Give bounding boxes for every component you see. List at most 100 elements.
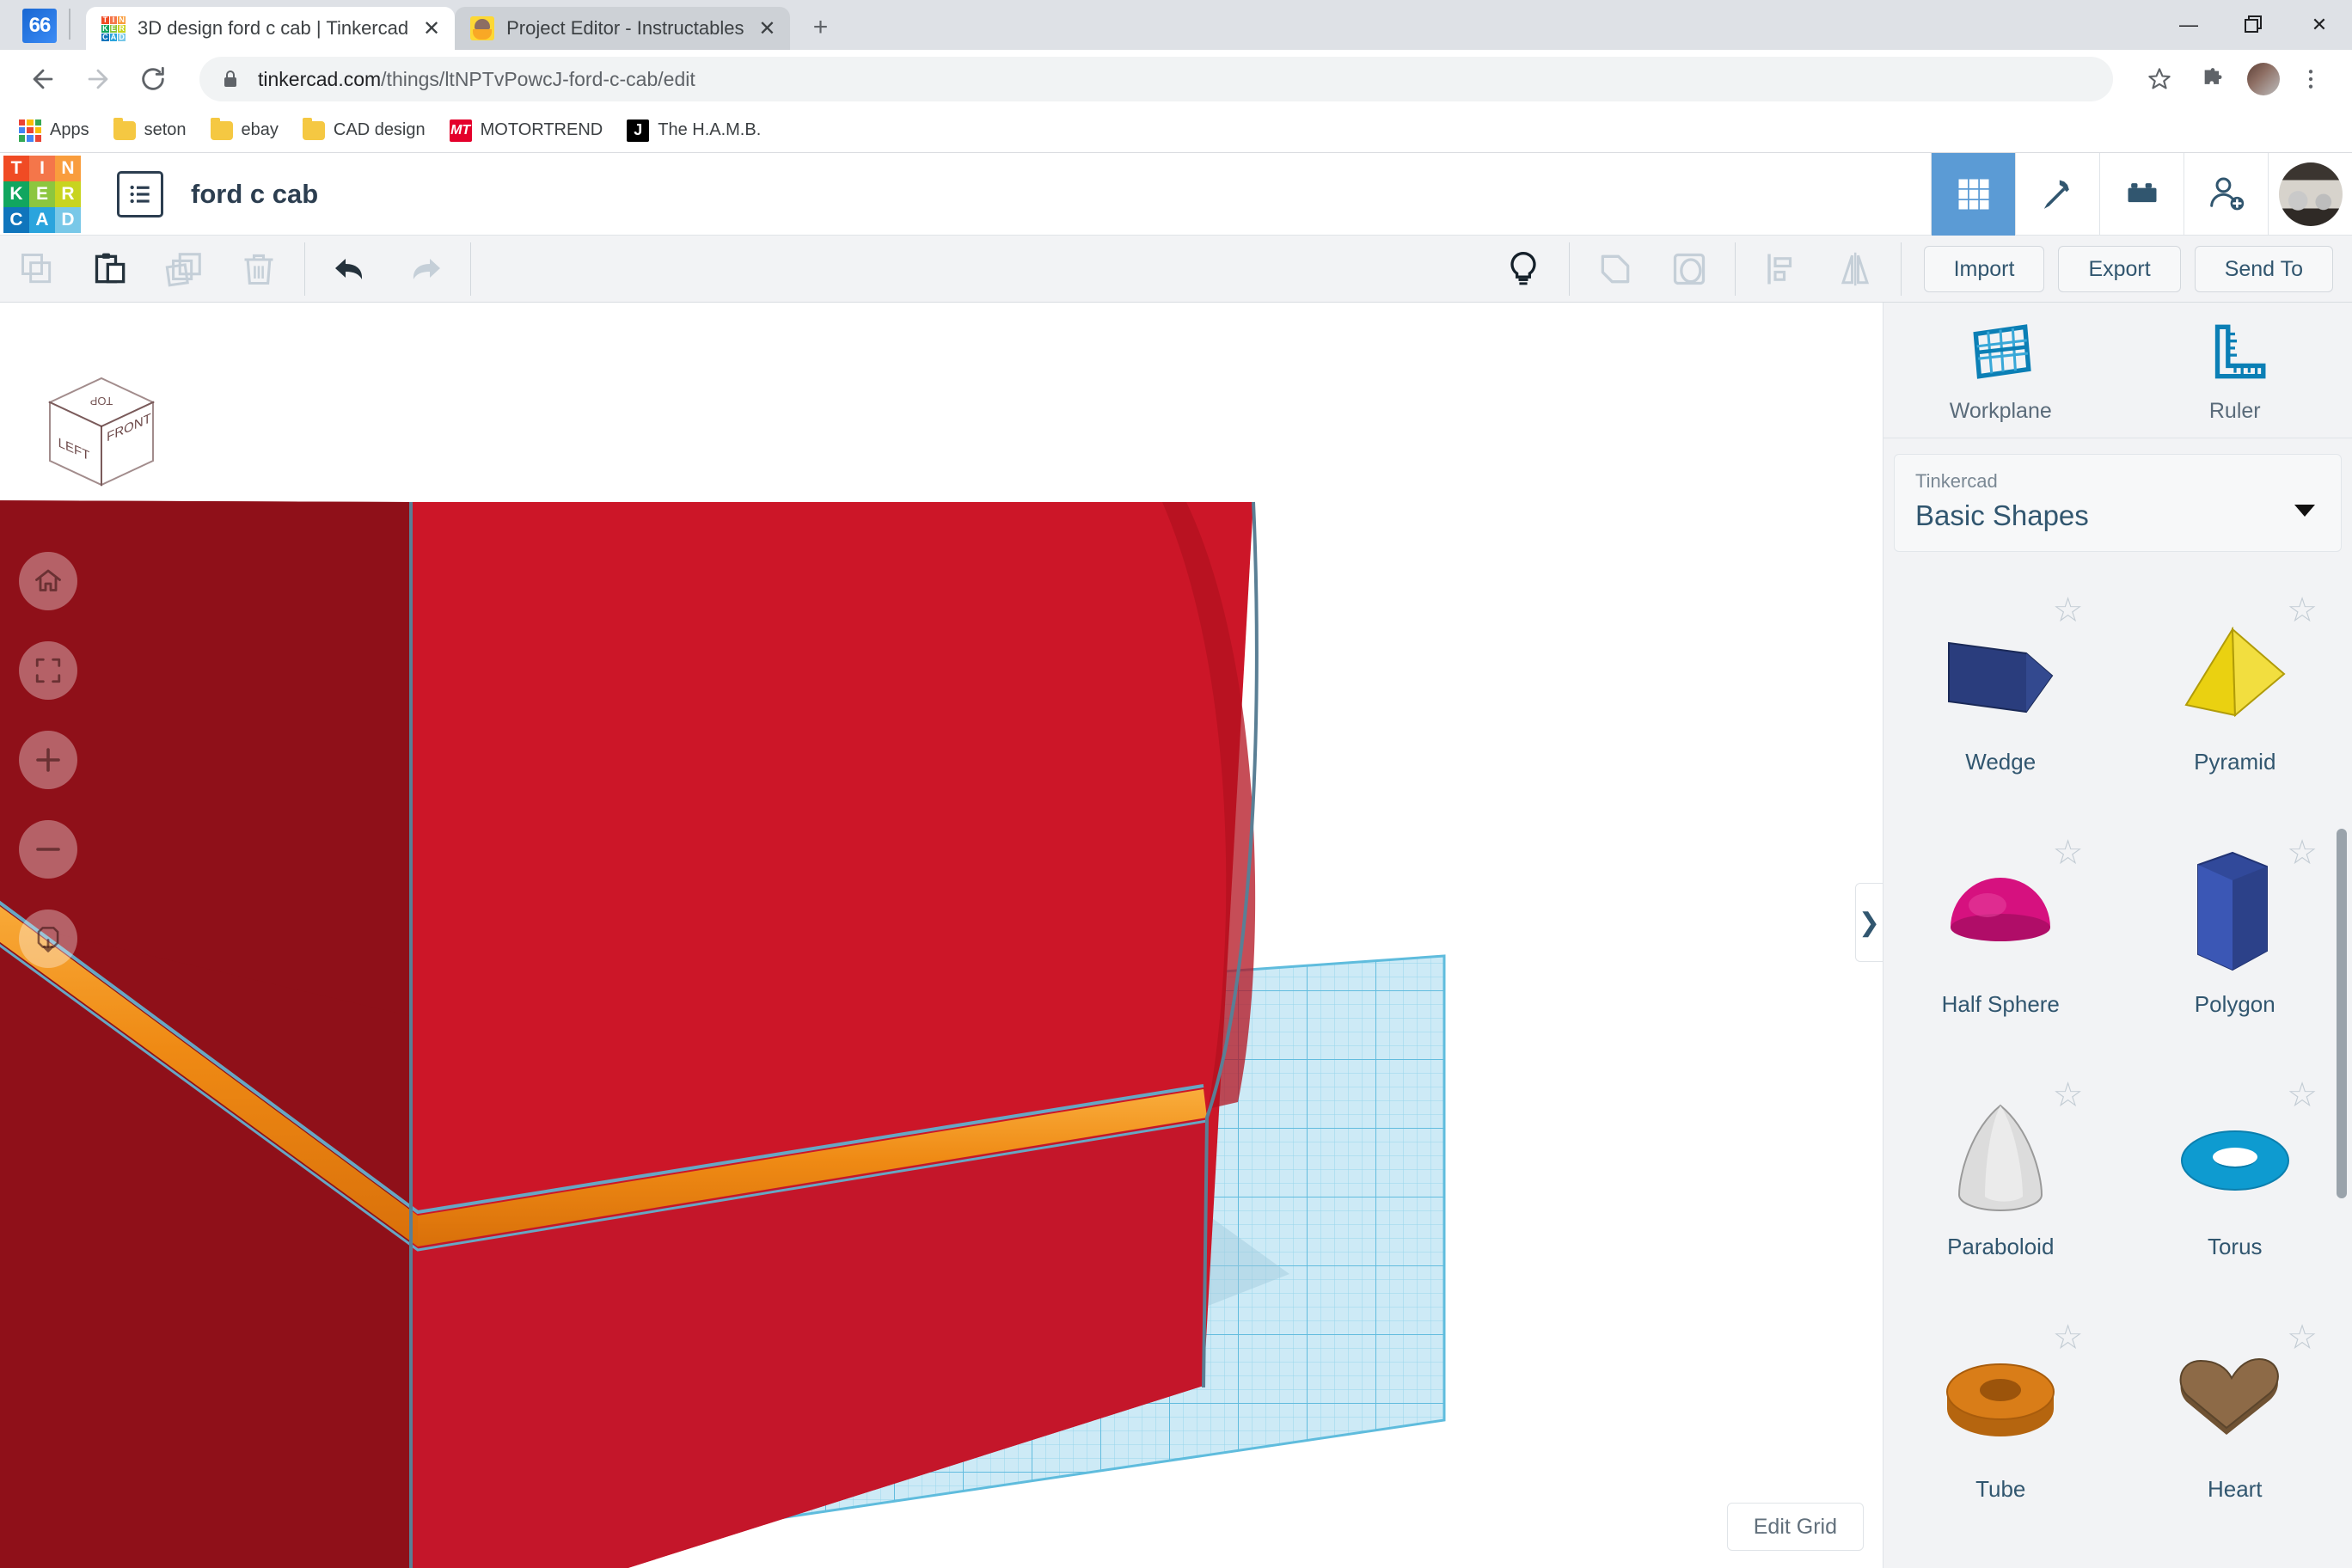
mirror-icon[interactable] [1818, 236, 1892, 303]
bookmark-ebay[interactable]: ebay [210, 117, 279, 142]
tinkercad-logo[interactable]: T I N K E R C A D [3, 155, 81, 233]
favorite-star-icon[interactable]: ☆ [2287, 1320, 2318, 1355]
favorite-star-icon[interactable]: ☆ [2053, 836, 2084, 870]
forward-button[interactable] [74, 55, 122, 103]
bookmark-label: ebay [241, 120, 279, 139]
shape-label: Paraboloid [1947, 1233, 2055, 1259]
bookmark-star-icon[interactable] [2137, 57, 2182, 101]
fit-to-view-icon[interactable] [19, 641, 77, 700]
chrome-menu-icon[interactable] [2288, 57, 2333, 101]
lightbulb-icon[interactable] [1486, 236, 1560, 303]
bookmarks-bar: Apps seton ebay CAD design MT MOTORTREND… [0, 108, 2352, 153]
url-host: tinkercad.com [258, 67, 382, 90]
browser-profile-avatar[interactable] [2247, 63, 2280, 95]
bookmark-label: seton [144, 120, 187, 139]
minecraft-pickaxe-icon[interactable] [2015, 153, 2099, 236]
invite-person-icon[interactable] [2184, 153, 2268, 236]
user-avatar[interactable] [2268, 153, 2352, 236]
shape-label: Tube [1975, 1475, 2026, 1502]
back-button[interactable] [19, 55, 67, 103]
shape-item-pyramid[interactable]: ☆ Pyramid [2118, 571, 2352, 810]
ungroup-icon[interactable] [1652, 236, 1726, 303]
lego-brick-icon[interactable] [2099, 153, 2184, 236]
profile-chip[interactable]: 66 [22, 9, 57, 43]
ruler-tool[interactable]: Ruler [2118, 303, 2352, 438]
duplicate-icon[interactable] [148, 236, 222, 303]
browser-tab-instructables[interactable]: Project Editor - Instructables ✕ [455, 7, 791, 50]
paste-icon[interactable] [74, 236, 148, 303]
send-to-button[interactable]: Send To [2194, 246, 2333, 292]
shapes-list[interactable]: ☆ Wedge ☆ Pyramid ☆ Half Sphere ☆ Polygo… [1883, 571, 2352, 1568]
shape-item-heart[interactable]: ☆ Heart [2118, 1298, 2352, 1537]
tab-close-icon[interactable]: ✕ [420, 17, 443, 40]
tabstrip-divider [69, 9, 70, 40]
align-icon[interactable] [1744, 236, 1818, 303]
favorite-star-icon[interactable]: ☆ [2287, 593, 2318, 628]
shape-item-paraboloid[interactable]: ☆ Paraboloid [1883, 1056, 2118, 1295]
delete-icon[interactable] [222, 236, 296, 303]
library-name: Basic Shapes [1915, 499, 2089, 531]
shape-item-tube[interactable]: ☆ Tube [1883, 1298, 2118, 1537]
shapes-grid: ☆ Wedge ☆ Pyramid ☆ Half Sphere ☆ Polygo… [1883, 571, 2352, 1537]
bookmark-the-hamb[interactable]: J The H.A.M.B. [627, 119, 761, 142]
shape-label: Half Sphere [1941, 990, 2060, 1017]
panel-collapse-toggle[interactable]: ❯ [1855, 883, 1883, 962]
copy-icon[interactable] [0, 236, 74, 303]
shape-item-wedge[interactable]: ☆ Wedge [1883, 571, 2118, 810]
reload-button[interactable] [129, 55, 177, 103]
favorite-star-icon[interactable]: ☆ [2053, 1320, 2084, 1355]
library-owner: Tinkercad [1915, 470, 1998, 492]
list-icon [130, 185, 150, 203]
workplane-tool[interactable]: Workplane [1883, 303, 2118, 438]
new-tab-button[interactable]: + [802, 9, 838, 46]
folder-icon [302, 117, 325, 142]
group-icon[interactable] [1578, 236, 1652, 303]
zoom-in-icon[interactable] [19, 731, 77, 789]
lock-icon [220, 69, 241, 89]
app-toolbar: Import Export Send To [0, 236, 2352, 303]
orthographic-toggle-icon[interactable] [19, 910, 77, 968]
design-list-button[interactable] [117, 170, 163, 217]
shape-label: Heart [2207, 1475, 2263, 1502]
designs-grid-icon[interactable] [1931, 153, 2015, 236]
3d-scene [0, 500, 1446, 1568]
shape-library-select[interactable]: Tinkercad Basic Shapes [1894, 454, 2342, 552]
tab-close-icon[interactable]: ✕ [756, 17, 778, 40]
browser-tab-tinkercad[interactable]: TIN KER CAD 3D design ford c cab | Tinke… [86, 7, 456, 50]
tab-title: 3D design ford c cab | Tinkercad [138, 17, 409, 39]
3d-viewport[interactable]: TOP LEFT FRONT ❯ Edit Grid [0, 303, 1883, 1568]
workplane-icon [1973, 324, 2031, 379]
shape-label: Polygon [2194, 990, 2275, 1017]
home-view-icon[interactable] [19, 552, 77, 610]
shape-item-half-sphere[interactable]: ☆ Half Sphere [1883, 813, 2118, 1052]
undo-icon[interactable] [314, 236, 388, 303]
favorite-star-icon[interactable]: ☆ [2053, 1078, 2084, 1112]
motortrend-icon: MT [449, 119, 472, 142]
bookmark-motortrend[interactable]: MT MOTORTREND [449, 119, 603, 142]
zoom-out-icon[interactable] [19, 820, 77, 879]
shape-label: Wedge [1965, 748, 2037, 775]
window-minimize-icon[interactable]: — [2156, 0, 2221, 50]
import-button[interactable]: Import [1923, 246, 2045, 292]
window-maximize-icon[interactable] [2221, 0, 2287, 50]
extensions-puzzle-icon[interactable] [2190, 57, 2235, 101]
favorite-star-icon[interactable]: ☆ [2287, 1078, 2318, 1112]
edit-grid-button[interactable]: Edit Grid [1726, 1503, 1864, 1551]
export-button[interactable]: Export [2058, 246, 2181, 292]
address-bar[interactable]: tinkercad.com/things/ltNPTvPowcJ-ford-c-… [199, 57, 2113, 101]
window-close-icon[interactable]: ✕ [2287, 0, 2352, 50]
shapes-panel-scrollbar[interactable] [2337, 829, 2347, 1198]
grid-controls: Edit Grid Snap Grid 1.0 mm ▲ [1589, 1503, 1864, 1568]
favorite-star-icon[interactable]: ☆ [2287, 836, 2318, 870]
bookmark-label: MOTORTREND [480, 120, 603, 139]
logo-tile: R [55, 181, 81, 207]
page-title[interactable]: ford c cab [191, 179, 318, 210]
bookmark-apps[interactable]: Apps [19, 119, 89, 142]
view-cube[interactable]: TOP LEFT FRONT [33, 363, 170, 500]
shape-item-torus[interactable]: ☆ Torus [2118, 1056, 2352, 1295]
bookmark-cad-design[interactable]: CAD design [302, 117, 426, 142]
favorite-star-icon[interactable]: ☆ [2053, 593, 2084, 628]
redo-icon[interactable] [388, 236, 462, 303]
bookmark-seton[interactable]: seton [113, 117, 187, 142]
shape-item-polygon[interactable]: ☆ Polygon [2118, 813, 2352, 1052]
